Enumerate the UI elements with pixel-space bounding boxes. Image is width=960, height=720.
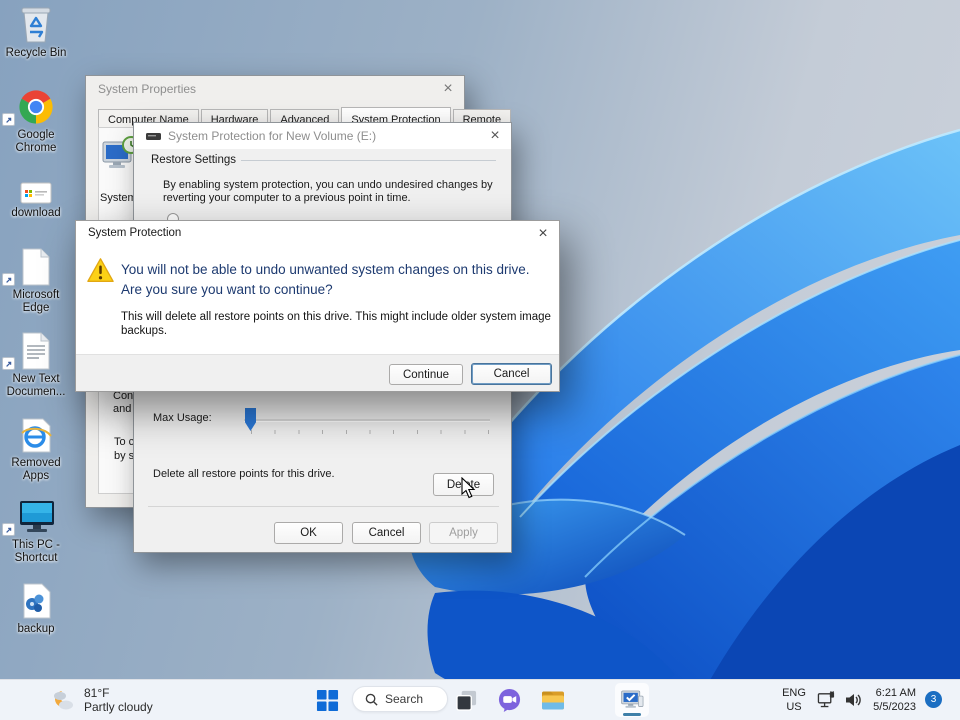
mouse-cursor bbox=[461, 477, 476, 499]
warning-icon bbox=[87, 258, 114, 282]
volume-dialog-titlebar[interactable]: System Protection for New Volume (E:) × bbox=[134, 123, 511, 149]
tray-date: 5/5/2023 bbox=[873, 701, 916, 713]
weather-temp: 81°F bbox=[84, 686, 110, 700]
warning-main-text: You will not be able to undo unwanted sy… bbox=[121, 262, 530, 297]
restore-settings-group-label: Restore Settings bbox=[151, 154, 237, 166]
restore-text-line2: reverting your computer to a previous po… bbox=[163, 192, 411, 204]
system-label-fragment: System bbox=[100, 192, 137, 204]
desktop-icon-google-chrome[interactable]: Google Chrome bbox=[0, 86, 72, 155]
icon-label: Microsoft Edge bbox=[12, 289, 60, 314]
system-protection-app-icon bbox=[621, 690, 644, 708]
system-properties-titlebar[interactable]: System Properties × bbox=[86, 76, 464, 102]
notification-count: 3 bbox=[930, 694, 937, 705]
desktop-icon-backup[interactable]: backup bbox=[0, 580, 72, 636]
icon-label: This PC - Shortcut bbox=[12, 539, 60, 564]
weather-widget[interactable]: 81°F Partly cloudy bbox=[44, 680, 204, 720]
tray-time: 6:21 AM bbox=[875, 687, 916, 699]
language-indicator[interactable]: ENG US bbox=[779, 686, 809, 714]
file-explorer-button[interactable] bbox=[540, 688, 566, 713]
dialog-title: System Protection for New Volume (E:) bbox=[168, 129, 377, 143]
ok-button[interactable]: OK bbox=[274, 522, 343, 544]
search-placeholder: Search bbox=[385, 692, 424, 706]
taskbar: 81°F Partly cloudy Search ENG US 6:21 AM… bbox=[0, 679, 960, 720]
shortcut-arrow-icon bbox=[2, 357, 15, 370]
restore-text-line1: By enabling system protection, you can u… bbox=[163, 179, 493, 191]
task-view-button[interactable] bbox=[455, 689, 478, 712]
slider-tick-marks bbox=[251, 430, 491, 434]
start-button[interactable] bbox=[316, 689, 339, 712]
partly-cloudy-icon bbox=[54, 689, 74, 710]
warning-dialog-titlebar[interactable]: System Protection × bbox=[76, 221, 559, 245]
desktop: Recycle Bin Google Chrome download Micro… bbox=[0, 0, 960, 720]
chat-button[interactable] bbox=[497, 688, 522, 713]
cancel-button[interactable]: Cancel bbox=[352, 522, 421, 544]
download-file-icon bbox=[0, 178, 72, 204]
recycle-bin-icon bbox=[0, 4, 72, 44]
this-pc-icon bbox=[0, 496, 72, 536]
shortcut-arrow-icon bbox=[2, 273, 15, 286]
language-line1: ENG bbox=[782, 687, 806, 699]
notification-badge[interactable]: 3 bbox=[925, 691, 942, 708]
desktop-icon-download[interactable]: download bbox=[0, 178, 72, 220]
icon-label: backup bbox=[17, 623, 55, 635]
warning-dialog: System Protection × You will not be able… bbox=[75, 220, 560, 392]
icon-label: Removed Apps bbox=[11, 457, 61, 482]
close-icon[interactable]: × bbox=[432, 76, 464, 101]
edge-shortcut-icon bbox=[0, 246, 72, 286]
close-icon[interactable]: × bbox=[479, 123, 511, 148]
max-usage-label: Max Usage: bbox=[153, 412, 212, 424]
weather-condition: Partly cloudy bbox=[84, 700, 153, 714]
system-protection-app-button[interactable] bbox=[615, 683, 649, 717]
removed-apps-icon bbox=[0, 414, 72, 454]
search-icon bbox=[365, 693, 378, 706]
backup-file-icon bbox=[0, 580, 72, 620]
search-input[interactable]: Search bbox=[352, 686, 448, 712]
icon-label: Google Chrome bbox=[15, 129, 57, 154]
text-document-icon bbox=[0, 330, 72, 370]
network-icon[interactable] bbox=[817, 691, 836, 709]
max-usage-slider-track[interactable] bbox=[244, 419, 490, 422]
chrome-icon bbox=[0, 86, 72, 126]
delete-restore-points-text: Delete all restore points for this drive… bbox=[153, 468, 335, 480]
shortcut-arrow-icon bbox=[2, 523, 15, 536]
footer-divider bbox=[148, 506, 499, 507]
warning-detail-line2: backups. bbox=[121, 325, 168, 337]
close-icon[interactable]: × bbox=[527, 221, 559, 246]
icon-label: New Text Documen... bbox=[6, 373, 66, 398]
warning-detail-line1: This will delete all restore points on t… bbox=[121, 311, 551, 323]
clock[interactable]: 6:21 AM 5/5/2023 bbox=[860, 686, 916, 714]
group-divider bbox=[241, 160, 496, 161]
desktop-icon-removed-apps[interactable]: Removed Apps bbox=[0, 414, 72, 483]
drive-icon bbox=[146, 132, 161, 140]
apply-button[interactable]: Apply bbox=[429, 522, 498, 544]
shortcut-arrow-icon bbox=[2, 113, 15, 126]
language-line2: US bbox=[786, 701, 802, 713]
window-title: System Properties bbox=[98, 82, 197, 96]
icon-label: download bbox=[11, 207, 61, 219]
dialog-title: System Protection bbox=[88, 227, 182, 239]
desktop-icon-new-text-document[interactable]: New Text Documen... bbox=[0, 330, 72, 399]
cancel-button[interactable]: Cancel bbox=[471, 363, 552, 385]
continue-button[interactable]: Continue bbox=[389, 364, 463, 385]
desktop-icon-recycle-bin[interactable]: Recycle Bin bbox=[0, 4, 72, 60]
running-indicator bbox=[623, 713, 641, 716]
icon-label: Recycle Bin bbox=[5, 47, 67, 59]
desktop-icon-this-pc-shortcut[interactable]: This PC - Shortcut bbox=[0, 496, 72, 565]
desktop-icon-microsoft-edge[interactable]: Microsoft Edge bbox=[0, 246, 72, 315]
max-usage-slider-thumb[interactable] bbox=[245, 408, 256, 431]
